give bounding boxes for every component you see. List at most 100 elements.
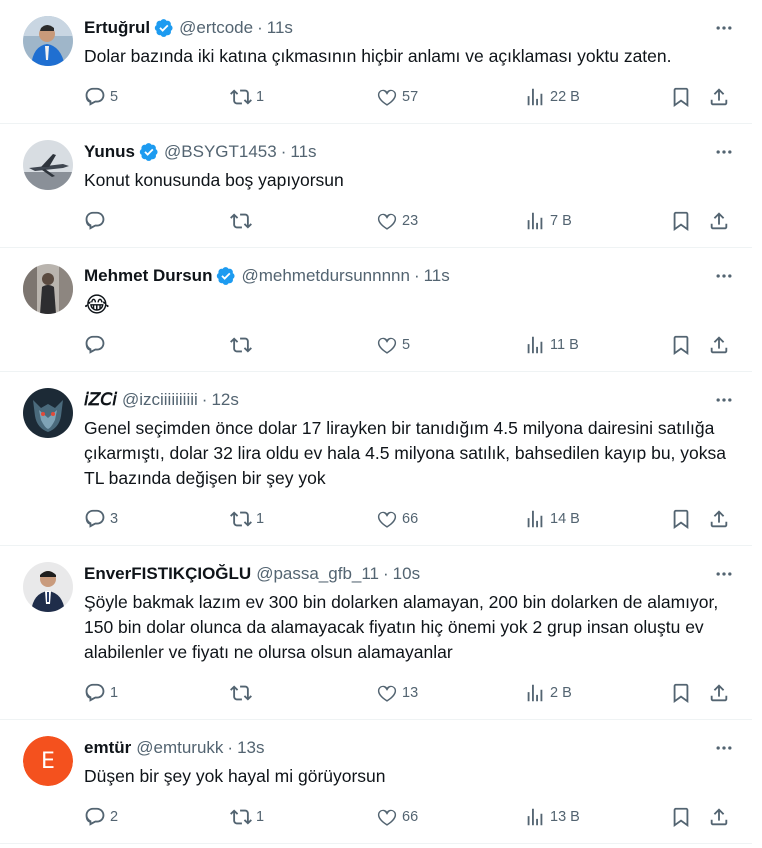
like-button[interactable]: 23 bbox=[376, 209, 418, 233]
views-button[interactable]: 11 B bbox=[524, 333, 579, 357]
tweet-text: Dolar bazında iki katına çıkmasının hiçb… bbox=[84, 46, 672, 66]
like-button[interactable]: 66 bbox=[376, 805, 418, 829]
reply-button[interactable]: 2 bbox=[84, 805, 118, 829]
display-name[interactable]: Yunus bbox=[84, 142, 135, 162]
tweet-text: Konut konusunda boş yapıyorsun bbox=[84, 170, 344, 190]
timestamp[interactable]: 11s bbox=[267, 18, 293, 38]
share-button[interactable] bbox=[708, 681, 730, 705]
tweet[interactable]: Mehmet Dursun @mehmetdursunnnnn · 11s 😂 … bbox=[0, 248, 752, 372]
bookmark-button[interactable] bbox=[670, 681, 692, 705]
views-button[interactable]: 14 B bbox=[524, 507, 580, 531]
handle[interactable]: @ertcode bbox=[179, 18, 253, 38]
timestamp[interactable]: 13s bbox=[237, 738, 264, 758]
retweet-icon bbox=[230, 337, 252, 353]
reply-button[interactable]: 1 bbox=[84, 681, 118, 705]
display-name[interactable]: Mehmet Dursun bbox=[84, 266, 212, 286]
views-button[interactable]: 2 B bbox=[524, 681, 572, 705]
more-icon[interactable] bbox=[712, 388, 736, 412]
views-button[interactable]: 22 B bbox=[524, 85, 580, 109]
share-button[interactable] bbox=[708, 507, 730, 531]
reply-count: 2 bbox=[110, 809, 119, 825]
like-button[interactable]: 13 bbox=[376, 681, 418, 705]
handle[interactable]: @emturukk bbox=[136, 738, 223, 758]
tweet[interactable]: EnverFISTIKÇIOĞLU @passa_gfb_11 · 10s Şö… bbox=[0, 546, 752, 720]
retweet-button[interactable] bbox=[230, 333, 256, 357]
avatar[interactable]: E bbox=[23, 736, 73, 786]
reply-icon bbox=[85, 335, 105, 354]
reply-button[interactable]: 5 bbox=[84, 85, 118, 109]
like-button[interactable]: 66 bbox=[376, 507, 418, 531]
retweet-count: 1 bbox=[256, 89, 265, 105]
reply-button[interactable]: 3 bbox=[84, 507, 118, 531]
timestamp[interactable]: 11s bbox=[424, 266, 450, 286]
tweet[interactable]: E emtür @emturukk · 13s Düşen bir şey yo… bbox=[0, 720, 752, 844]
avatar[interactable] bbox=[23, 16, 73, 66]
retweet-button[interactable] bbox=[230, 209, 256, 233]
like-button[interactable]: 5 bbox=[376, 333, 410, 357]
retweet-icon bbox=[230, 213, 252, 229]
reply-count: 3 bbox=[110, 511, 119, 527]
retweet-button[interactable]: 1 bbox=[230, 507, 264, 531]
like-count: 13 bbox=[402, 685, 419, 701]
timestamp[interactable]: 12s bbox=[211, 390, 238, 410]
bookmark-button[interactable] bbox=[670, 507, 692, 531]
views-button[interactable]: 7 B bbox=[524, 209, 572, 233]
reply-button[interactable] bbox=[84, 333, 110, 357]
tweet-actions: 1 13 2 B bbox=[84, 681, 730, 705]
like-button[interactable]: 57 bbox=[376, 85, 418, 109]
share-button[interactable] bbox=[708, 209, 730, 233]
display-name[interactable]: 𝘪𝘡𝘊𝘪 bbox=[84, 390, 117, 410]
timeline: Ertuğrul @ertcode · 11s Dolar bazında ik… bbox=[0, 0, 752, 844]
tweet[interactable]: Ertuğrul @ertcode · 11s Dolar bazında ik… bbox=[0, 0, 752, 124]
handle[interactable]: @passa_gfb_11 bbox=[256, 564, 379, 584]
like-icon bbox=[377, 511, 397, 528]
timestamp[interactable]: 10s bbox=[393, 564, 420, 584]
bookmark-icon bbox=[673, 509, 689, 530]
share-button[interactable] bbox=[708, 85, 730, 109]
views-count: 14 B bbox=[550, 511, 580, 527]
timestamp[interactable]: 11s bbox=[290, 142, 316, 162]
bookmark-button[interactable] bbox=[670, 85, 692, 109]
retweet-button[interactable]: 1 bbox=[230, 805, 264, 829]
avatar[interactable] bbox=[23, 388, 73, 438]
tweet-text: Genel seçimden önce dolar 17 lirayken bi… bbox=[84, 418, 726, 488]
tweet-header: 𝘪𝘡𝘊𝘪 @izciiiiiiiiii · 12s bbox=[84, 388, 736, 412]
reply-button[interactable] bbox=[84, 209, 110, 233]
display-name[interactable]: emtür bbox=[84, 738, 131, 758]
display-name[interactable]: EnverFISTIKÇIOĞLU bbox=[84, 564, 251, 584]
bookmark-icon bbox=[673, 335, 689, 356]
handle[interactable]: @izciiiiiiiiii bbox=[122, 390, 198, 410]
reply-icon bbox=[85, 87, 105, 106]
tweet[interactable]: 𝘪𝘡𝘊𝘪 @izciiiiiiiiii · 12s Genel seçimden… bbox=[0, 372, 752, 546]
avatar[interactable] bbox=[23, 264, 73, 314]
views-button[interactable]: 13 B bbox=[524, 805, 580, 829]
more-icon[interactable] bbox=[712, 562, 736, 586]
bookmark-button[interactable] bbox=[670, 209, 692, 233]
share-button[interactable] bbox=[708, 333, 730, 357]
like-count: 66 bbox=[402, 809, 419, 825]
handle[interactable]: @BSYGT1453 bbox=[164, 142, 277, 162]
like-count: 5 bbox=[402, 337, 411, 353]
avatar[interactable] bbox=[23, 562, 73, 612]
bookmark-button[interactable] bbox=[670, 333, 692, 357]
more-icon[interactable] bbox=[712, 16, 736, 40]
share-button[interactable] bbox=[708, 805, 730, 829]
retweet-button[interactable]: 1 bbox=[230, 85, 264, 109]
tweet-actions: 5 11 B bbox=[84, 333, 730, 357]
verified-badge-icon bbox=[154, 19, 173, 37]
tweet-header: Yunus @BSYGT1453 · 11s bbox=[84, 140, 736, 164]
more-icon[interactable] bbox=[712, 264, 736, 288]
bookmark-button[interactable] bbox=[670, 805, 692, 829]
more-icon[interactable] bbox=[712, 736, 736, 760]
reply-icon bbox=[85, 683, 105, 702]
verified-badge-icon bbox=[139, 143, 158, 161]
display-name[interactable]: Ertuğrul bbox=[84, 18, 150, 38]
retweet-button[interactable] bbox=[230, 681, 256, 705]
tweet[interactable]: Yunus @BSYGT1453 · 11s Konut konusunda b… bbox=[0, 124, 752, 248]
handle[interactable]: @mehmetdursunnnnn bbox=[241, 266, 409, 286]
tweet-header: Mehmet Dursun @mehmetdursunnnnn · 11s bbox=[84, 264, 736, 288]
retweet-icon bbox=[230, 89, 252, 105]
avatar[interactable] bbox=[23, 140, 73, 190]
more-icon[interactable] bbox=[712, 140, 736, 164]
separator-dot: · bbox=[383, 564, 389, 583]
